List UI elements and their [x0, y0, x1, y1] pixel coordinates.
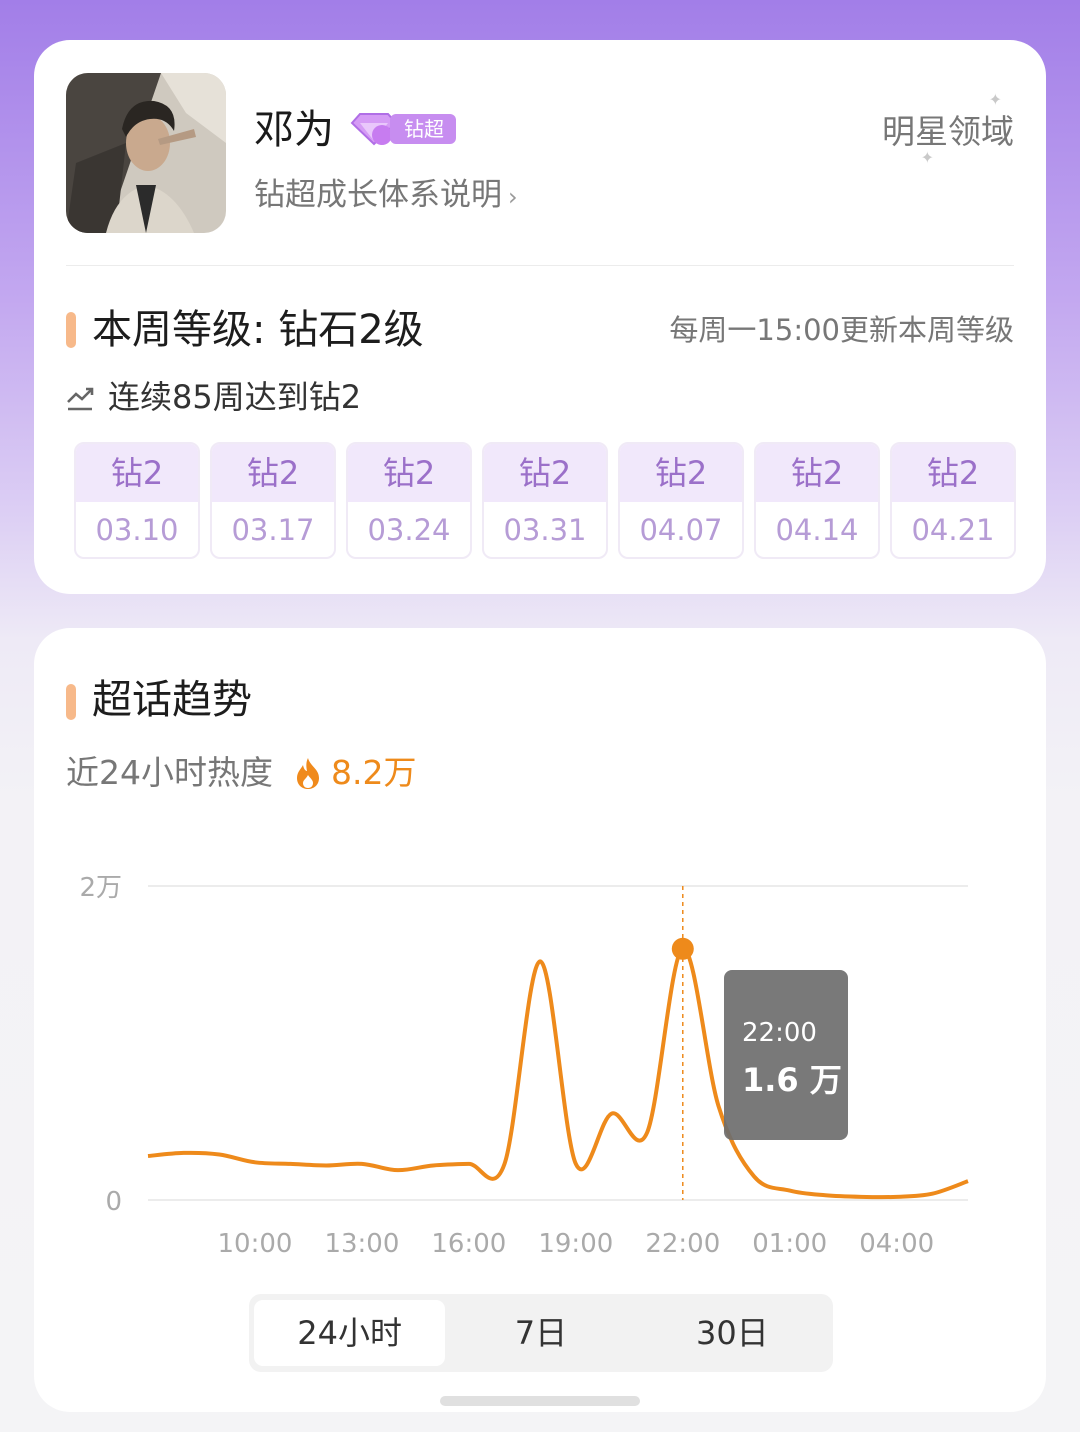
level-card: 邓为 钻超 钻超成长体系说明 › 明星领域 ✦ ✦ 本周等级: 钻石2级 每周一1… [34, 40, 1046, 594]
tab-1[interactable]: 7日 [445, 1300, 636, 1366]
tab-0[interactable]: 24小时 [254, 1300, 446, 1366]
week-level: 钻2 [756, 444, 878, 502]
x-tick-label: 16:00 [431, 1229, 506, 1259]
week-level: 钻2 [76, 444, 198, 502]
week-date: 03.17 [231, 513, 315, 547]
trend-up-icon [67, 387, 94, 411]
y-tick-label: 0 [105, 1187, 122, 1217]
x-tick-label: 13:00 [324, 1229, 399, 1259]
diamond-badge[interactable]: 钻超 [348, 112, 456, 146]
week-level: 钻2 [348, 444, 470, 502]
week-level-tile: 钻2 04.07 [618, 442, 744, 559]
week-date: 03.31 [503, 513, 587, 547]
streak-info: 连续85周达到钻2 [66, 376, 361, 418]
x-tick-label: 01:00 [752, 1229, 827, 1259]
week-level-tile: 钻2 03.17 [210, 442, 336, 559]
section-marker [66, 312, 76, 348]
x-tick-label: 19:00 [538, 1229, 613, 1259]
sparkle-icon: ✦ [988, 90, 1002, 109]
badge-label: 钻超 [390, 114, 456, 144]
domain-label: 明星领域 [882, 112, 1014, 151]
week-level: 钻2 [892, 444, 1014, 502]
week-date: 04.14 [775, 513, 859, 547]
tab-2[interactable]: 30日 [637, 1300, 828, 1366]
y-tick-label: 2万 [79, 873, 122, 903]
avatar[interactable] [66, 73, 226, 233]
week-level: 钻2 [620, 444, 742, 502]
week-date: 03.24 [367, 513, 451, 547]
time-range-tabs: 24小时 7日 30日 [249, 1294, 833, 1372]
week-level-tile: 钻2 03.10 [74, 442, 200, 559]
trend-card: 超话趋势 近24小时热度 8.2万 0 2万 10:00 13:00 16:00 19:0… [34, 628, 1046, 1412]
week-level-tile: 钻2 04.21 [890, 442, 1016, 559]
sparkle-icon: ✦ [920, 148, 934, 167]
week-date: 03.10 [95, 513, 179, 547]
week-level-tile: 钻2 03.31 [482, 442, 608, 559]
week-level: 钻2 [484, 444, 606, 502]
highlight-point [671, 937, 694, 960]
week-level-tile: 钻2 04.14 [754, 442, 880, 559]
user-name: 邓为 [254, 107, 334, 153]
divider [66, 265, 1014, 266]
weekly-level-title: 本周等级: 钻石2级 [92, 307, 424, 353]
week-level-tile: 钻2 03.24 [346, 442, 472, 559]
growth-system-link[interactable]: 钻超成长体系说明 › [254, 174, 518, 218]
week-level: 钻2 [212, 444, 334, 502]
x-tick-label: 10:00 [217, 1229, 292, 1259]
chart-tooltip: 22:00 1.6 万 [724, 970, 848, 1140]
week-date: 04.07 [639, 513, 723, 547]
update-note: 每周一15:00更新本周等级 [669, 313, 1014, 347]
weekly-levels: 钻2 03.10 钻2 03.17 钻2 03.24 钻2 03.31 钻2 04.07 钻2 04.… [74, 442, 1016, 559]
home-indicator [440, 1396, 640, 1406]
tooltip-time: 22:00 [742, 1018, 817, 1048]
x-tick-label: 04:00 [859, 1229, 934, 1259]
week-date: 04.21 [911, 513, 995, 547]
growth-link-label: 钻超成长体系说明 [254, 177, 502, 213]
tooltip-value: 1.6 万 [742, 1061, 842, 1099]
trend-chart[interactable]: 0 2万 10:00 13:00 16:00 19:00 22:00 01:00 04:00 [34, 628, 1046, 1268]
chevron-right-icon: › [508, 183, 518, 211]
x-tick-label: 22:00 [645, 1229, 720, 1259]
streak-text: 连续85周达到钻2 [108, 378, 362, 416]
